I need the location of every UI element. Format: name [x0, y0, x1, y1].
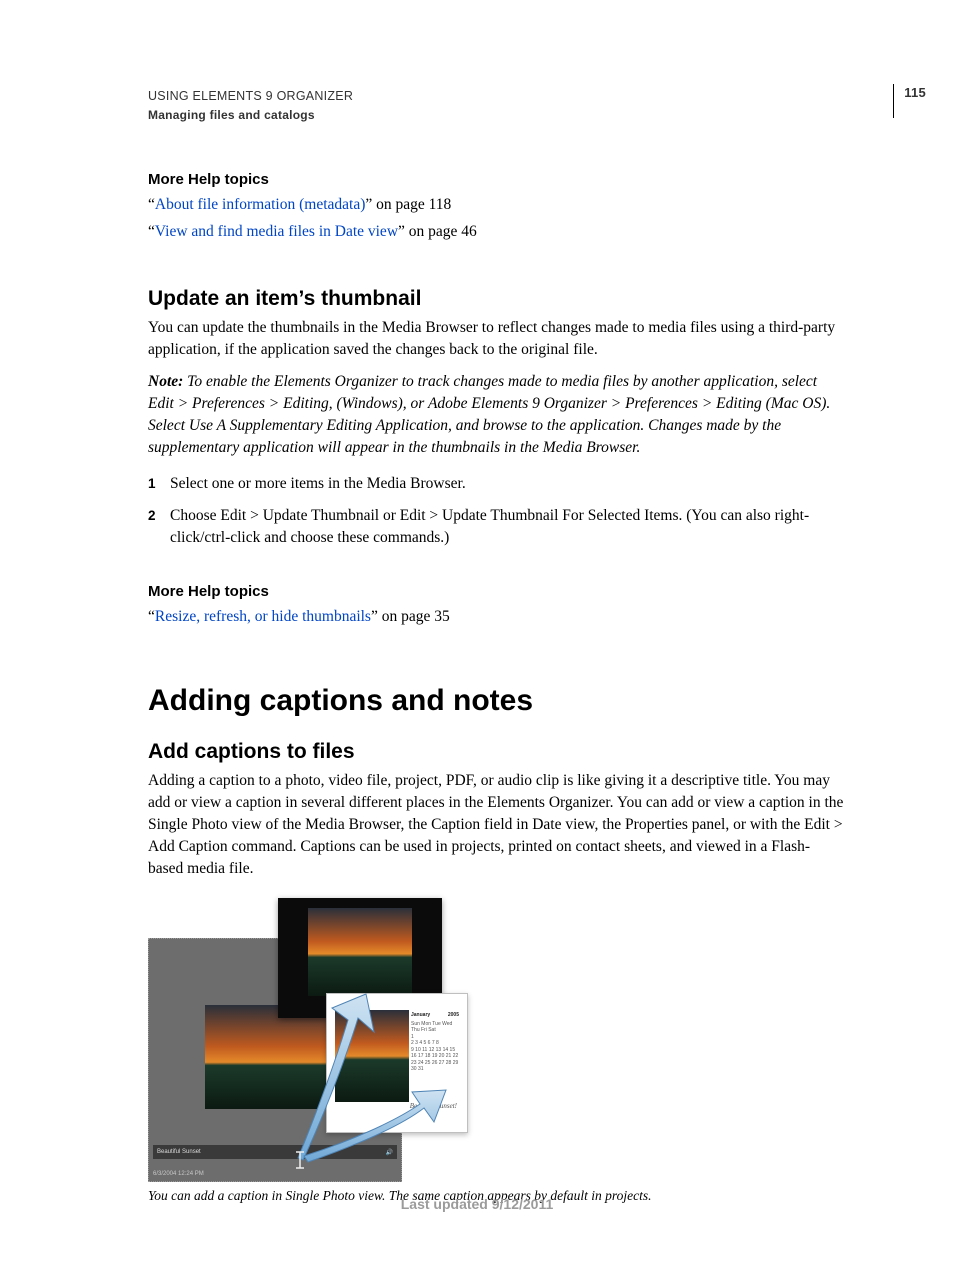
page: USING ELEMENTS 9 ORGANIZER Managing file…: [0, 0, 954, 1264]
figure-photo-timestamp: 6/3/2004 12:24 PM: [153, 1171, 204, 1177]
page-number-rule: [893, 84, 894, 118]
quote-open: “: [148, 223, 155, 240]
calendar-month: January: [411, 1012, 430, 1019]
calendar-row: 30 31: [411, 1066, 459, 1073]
header-doc-title: USING ELEMENTS 9 ORGANIZER: [148, 88, 844, 106]
speaker-icon: 🔊: [386, 1149, 393, 1156]
figure-canvas: Beautiful Sunset 🔊 6/3/2004 12:24 PM Bea…: [148, 898, 468, 1182]
running-header: USING ELEMENTS 9 ORGANIZER Managing file…: [148, 88, 844, 123]
help-link-tail: ” on page 35: [371, 608, 450, 625]
figure-caption-bar: Beautiful Sunset 🔊: [153, 1145, 397, 1159]
subhead-add-captions: Add captions to files: [148, 740, 844, 764]
footer-last-updated: Last updated 9/12/2011: [0, 1196, 954, 1212]
body-add-captions: Adding a caption to a photo, video file,…: [148, 770, 844, 880]
note-label: Note:: [148, 373, 183, 390]
calendar-year: 2005: [448, 1012, 459, 1019]
calendar-row: 16 17 18 19 20 21 22: [411, 1053, 459, 1060]
calendar-dow: Sun Mon Tue Wed Thu Fri Sat: [411, 1021, 459, 1034]
quote-open: “: [148, 608, 155, 625]
quote-open: “: [148, 196, 155, 213]
note-body: To enable the Elements Organizer to trac…: [148, 373, 830, 456]
figure-sheet-caption: Beautiful sunset!: [410, 1102, 457, 1110]
chapter-title: Adding captions and notes: [148, 684, 844, 718]
step-item: Select one or more items in the Media Br…: [148, 473, 844, 495]
help-link-row: “Resize, refresh, or hide thumbnails” on…: [148, 604, 844, 630]
steps-update-thumbnail: Select one or more items in the Media Br…: [148, 473, 844, 549]
help-link-row: “About file information (metadata)” on p…: [148, 192, 844, 218]
subhead-update-thumbnail: Update an item’s thumbnail: [148, 287, 844, 311]
figure-calendar: January 2005 Sun Mon Tue Wed Thu Fri Sat…: [411, 1012, 459, 1073]
figure-photo-small: [335, 1010, 409, 1102]
page-number-block: 115: [893, 84, 926, 116]
more-help-heading: More Help topics: [148, 171, 844, 188]
body-update-thumbnail: You can update the thumbnails in the Med…: [148, 317, 844, 361]
figure-photo-medium: [308, 908, 412, 996]
help-link-tail: ” on page 118: [365, 196, 451, 213]
help-link-metadata[interactable]: About file information (metadata): [155, 196, 365, 213]
note-update-thumbnail: Note: To enable the Elements Organizer t…: [148, 371, 844, 459]
figure-block: Beautiful Sunset 🔊 6/3/2004 12:24 PM Bea…: [148, 898, 844, 1204]
help-link-row: “View and find media files in Date view”…: [148, 219, 844, 245]
page-number: 115: [904, 84, 926, 102]
figure-calendar-sheet: January 2005 Sun Mon Tue Wed Thu Fri Sat…: [326, 993, 468, 1133]
help-link-tail: ” on page 46: [398, 223, 477, 240]
step-item: Choose Edit > Update Thumbnail or Edit >…: [148, 505, 844, 549]
help-link-resize-thumbs[interactable]: Resize, refresh, or hide thumbnails: [155, 608, 371, 625]
help-link-date-view[interactable]: View and find media files in Date view: [155, 223, 398, 240]
figure-caption-text: Beautiful Sunset: [157, 1149, 201, 1155]
header-section-title: Managing files and catalogs: [148, 107, 844, 124]
more-help-heading: More Help topics: [148, 583, 844, 600]
